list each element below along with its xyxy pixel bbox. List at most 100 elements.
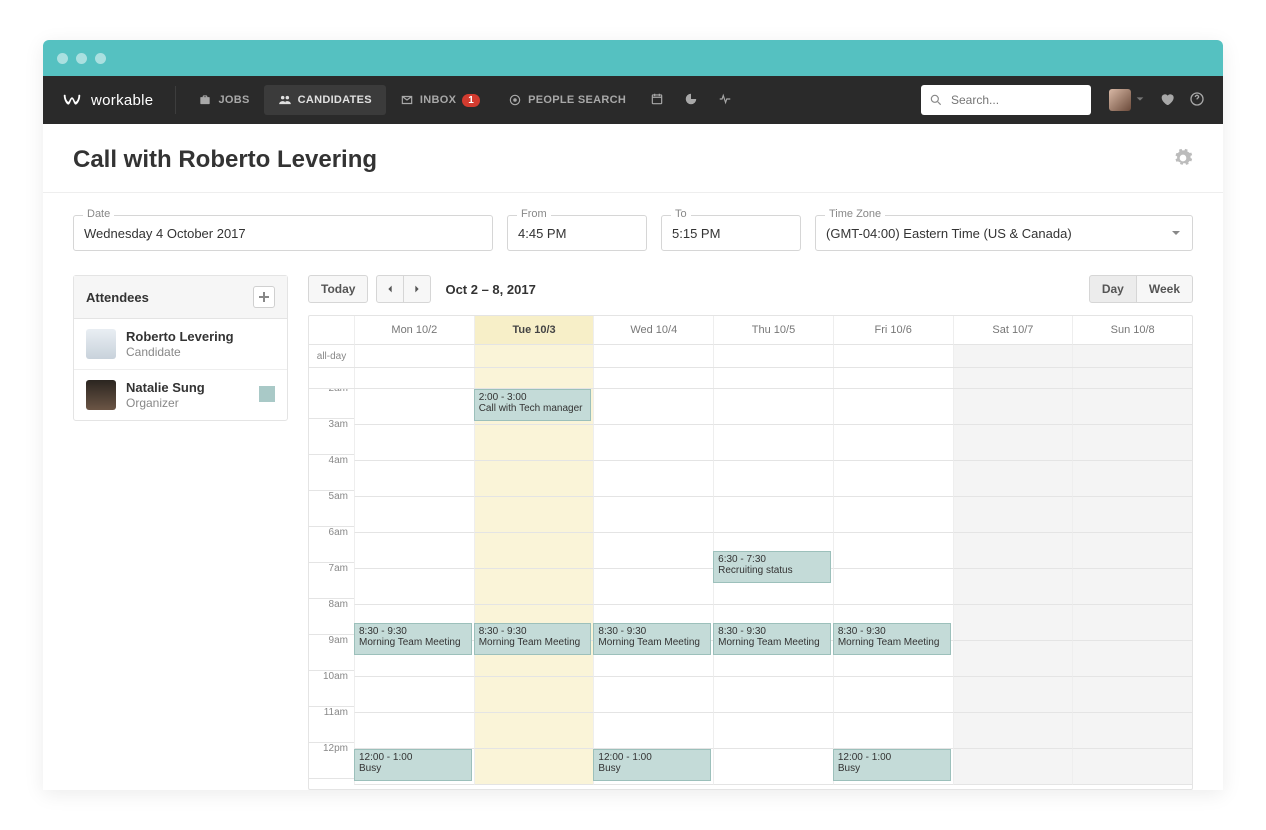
time-slot[interactable] <box>474 533 594 569</box>
time-slot[interactable] <box>593 425 713 461</box>
prev-week-button[interactable] <box>376 275 404 303</box>
date-field[interactable]: Date Wednesday 4 October 2017 <box>73 215 493 251</box>
time-slot[interactable] <box>833 713 953 749</box>
time-slot[interactable] <box>354 389 474 425</box>
day-view-button[interactable]: Day <box>1089 275 1137 303</box>
time-slot[interactable] <box>354 497 474 533</box>
time-slot[interactable] <box>1072 461 1192 497</box>
event-morning-meeting[interactable]: 8:30 - 9:30Morning Team Meeting <box>354 623 472 655</box>
time-slot[interactable] <box>474 461 594 497</box>
time-slot[interactable] <box>833 569 953 605</box>
event-busy[interactable]: 12:00 - 1:00Busy <box>593 749 711 781</box>
time-slot[interactable] <box>833 533 953 569</box>
today-button[interactable]: Today <box>308 275 368 303</box>
day-header[interactable]: Sat 10/7 <box>953 316 1073 345</box>
time-slot[interactable] <box>354 713 474 749</box>
add-attendee-button[interactable] <box>253 286 275 308</box>
time-slot[interactable] <box>953 677 1073 713</box>
time-slot[interactable] <box>953 497 1073 533</box>
nav-inbox[interactable]: Inbox 1 <box>386 85 494 115</box>
time-slot[interactable] <box>593 713 713 749</box>
search-input[interactable] <box>921 85 1091 115</box>
time-slot[interactable] <box>953 749 1073 785</box>
time-slot[interactable] <box>953 605 1073 641</box>
nav-people-search[interactable]: People Search <box>494 85 640 115</box>
time-slot[interactable] <box>713 497 833 533</box>
time-slot[interactable] <box>354 461 474 497</box>
day-header[interactable]: Mon 10/2 <box>354 316 474 345</box>
event-tech-call[interactable]: 2:00 - 3:00Call with Tech manager <box>474 389 592 421</box>
nav-reports[interactable] <box>674 84 708 117</box>
time-slot[interactable] <box>593 533 713 569</box>
event-morning-meeting[interactable]: 8:30 - 9:30Morning Team Meeting <box>593 623 711 655</box>
day-header[interactable]: Thu 10/5 <box>713 316 833 345</box>
time-slot[interactable] <box>953 533 1073 569</box>
time-slot[interactable] <box>593 389 713 425</box>
day-header[interactable]: Sun 10/8 <box>1072 316 1192 345</box>
time-slot[interactable] <box>713 677 833 713</box>
timezone-field[interactable]: Time Zone (GMT-04:00) Eastern Time (US &… <box>815 215 1193 251</box>
user-menu-toggle[interactable] <box>1135 93 1145 107</box>
time-slot[interactable] <box>474 497 594 533</box>
time-slot[interactable] <box>354 569 474 605</box>
time-slot[interactable] <box>593 461 713 497</box>
time-slot[interactable] <box>1072 569 1192 605</box>
time-slot[interactable] <box>953 713 1073 749</box>
nav-candidates[interactable]: Candidates <box>264 85 386 115</box>
time-slot[interactable] <box>1072 389 1192 425</box>
time-slot[interactable] <box>713 713 833 749</box>
time-slot[interactable] <box>354 425 474 461</box>
time-slot[interactable] <box>593 497 713 533</box>
time-slot[interactable] <box>833 497 953 533</box>
nav-jobs[interactable]: Jobs <box>184 85 263 115</box>
time-slot[interactable] <box>833 677 953 713</box>
time-slot[interactable] <box>1072 425 1192 461</box>
time-slot[interactable] <box>474 677 594 713</box>
time-slot[interactable] <box>474 569 594 605</box>
time-slot[interactable] <box>1072 749 1192 785</box>
event-morning-meeting[interactable]: 8:30 - 9:30Morning Team Meeting <box>833 623 951 655</box>
time-slot[interactable] <box>953 425 1073 461</box>
time-slot[interactable] <box>1072 497 1192 533</box>
next-week-button[interactable] <box>404 275 431 303</box>
event-busy[interactable]: 12:00 - 1:00Busy <box>354 749 472 781</box>
time-slot[interactable] <box>593 569 713 605</box>
time-slot[interactable] <box>953 389 1073 425</box>
help[interactable] <box>1189 91 1205 110</box>
time-slot[interactable] <box>1072 677 1192 713</box>
time-slot[interactable] <box>833 461 953 497</box>
day-header[interactable]: Fri 10/6 <box>833 316 953 345</box>
event-morning-meeting[interactable]: 8:30 - 9:30Morning Team Meeting <box>713 623 831 655</box>
time-slot[interactable] <box>953 461 1073 497</box>
time-slot[interactable] <box>354 533 474 569</box>
time-slot[interactable] <box>474 749 594 785</box>
time-slot[interactable] <box>713 749 833 785</box>
time-slot[interactable] <box>1072 713 1192 749</box>
day-header[interactable]: Wed 10/4 <box>593 316 713 345</box>
attendee-item[interactable]: Natalie Sung Organizer <box>74 370 287 420</box>
time-slot[interactable] <box>833 425 953 461</box>
time-slot[interactable] <box>354 677 474 713</box>
from-field[interactable]: From 4:45 PM <box>507 215 647 251</box>
nav-calendar[interactable] <box>640 84 674 117</box>
nav-activity[interactable] <box>708 84 742 117</box>
event-morning-meeting[interactable]: 8:30 - 9:30Morning Team Meeting <box>474 623 592 655</box>
user-avatar[interactable] <box>1109 89 1131 111</box>
time-slot[interactable] <box>713 389 833 425</box>
time-slot[interactable] <box>474 713 594 749</box>
time-slot[interactable] <box>1072 533 1192 569</box>
time-slot[interactable] <box>1072 641 1192 677</box>
time-slot[interactable] <box>713 425 833 461</box>
week-view-button[interactable]: Week <box>1137 275 1193 303</box>
time-slot[interactable] <box>593 677 713 713</box>
time-slot[interactable] <box>953 641 1073 677</box>
settings-button[interactable] <box>1173 148 1193 173</box>
day-header-today[interactable]: Tue 10/3 <box>474 316 594 345</box>
favorites[interactable] <box>1159 91 1175 110</box>
time-slot[interactable] <box>1072 605 1192 641</box>
time-slot[interactable] <box>953 569 1073 605</box>
to-field[interactable]: To 5:15 PM <box>661 215 801 251</box>
time-slot[interactable] <box>833 389 953 425</box>
search-box[interactable] <box>921 85 1091 115</box>
attendee-item[interactable]: Roberto Levering Candidate <box>74 319 287 370</box>
